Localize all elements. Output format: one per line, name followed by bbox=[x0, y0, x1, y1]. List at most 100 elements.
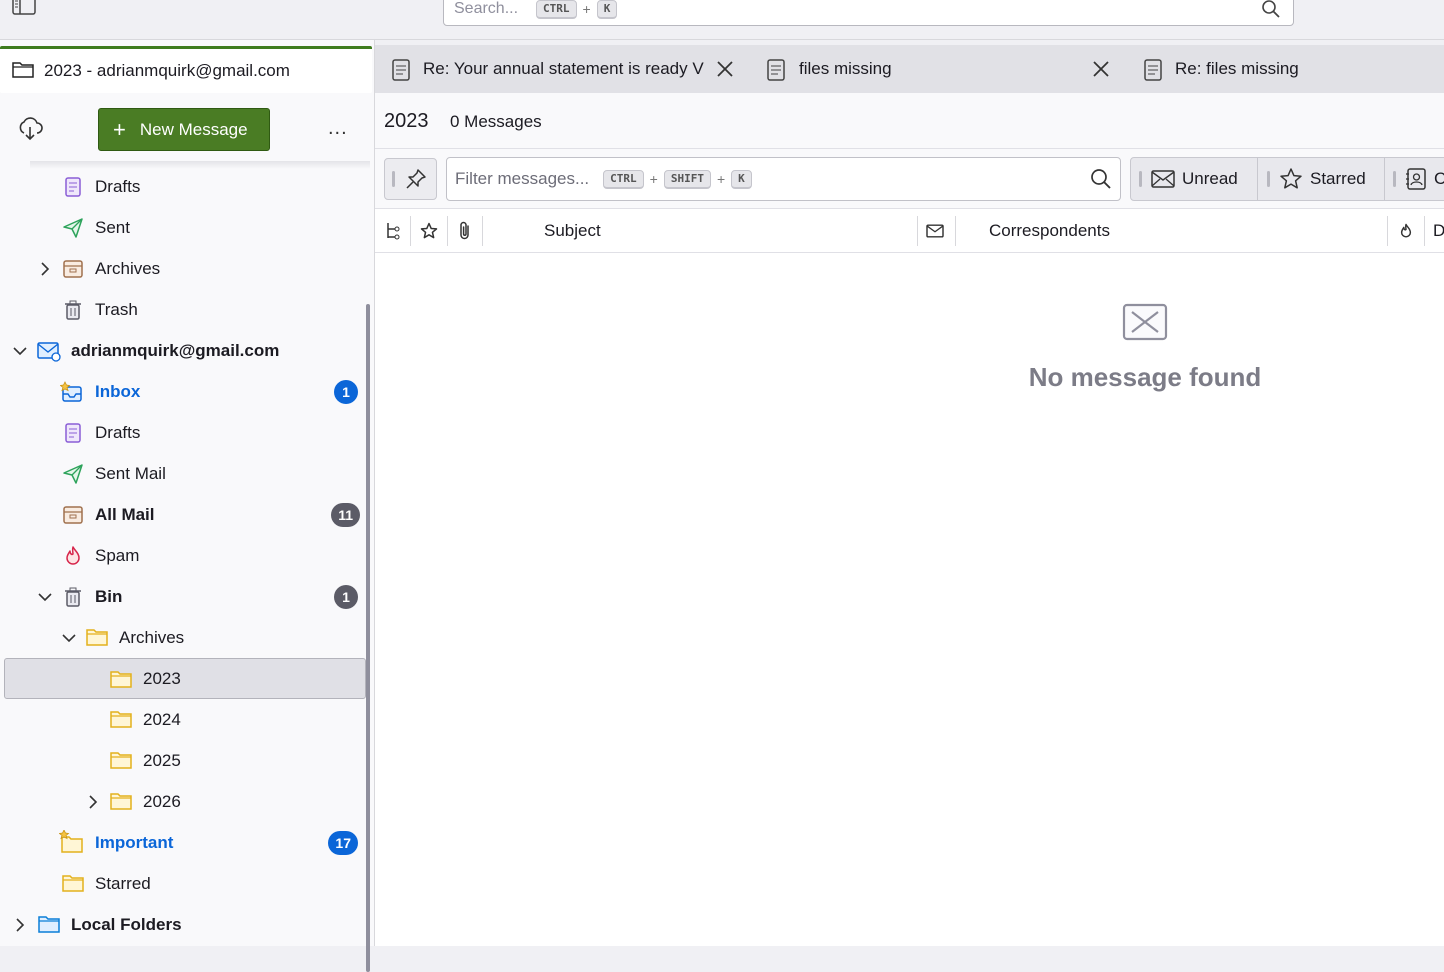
new-message-label: New Message bbox=[139, 119, 248, 139]
inbox-icon bbox=[59, 380, 82, 403]
get-messages-icon[interactable] bbox=[16, 115, 44, 148]
folder-inbox[interactable]: Inbox 1 bbox=[4, 371, 366, 412]
date-column-header[interactable]: D bbox=[1433, 210, 1444, 252]
chevron-right-icon[interactable] bbox=[85, 794, 101, 810]
contacts-filter-button[interactable]: C bbox=[1385, 158, 1444, 200]
drafts-icon bbox=[62, 422, 84, 444]
folder-label: Archives bbox=[95, 258, 161, 278]
folder-bin[interactable]: Bin 1 bbox=[4, 576, 366, 617]
chevron-down-icon[interactable] bbox=[12, 343, 28, 359]
folder-drafts[interactable]: Drafts bbox=[4, 412, 366, 453]
tab-files-missing[interactable]: files missing bbox=[750, 45, 1126, 93]
kbd-shift: SHIFT bbox=[663, 169, 711, 189]
close-icon[interactable] bbox=[716, 60, 734, 83]
folder-2026[interactable]: 2026 bbox=[4, 781, 366, 822]
kbd-k: K bbox=[596, 0, 618, 19]
tab-label: files missing bbox=[799, 59, 892, 78]
folder-icon bbox=[110, 791, 132, 813]
subject-column-header[interactable]: Subject bbox=[544, 210, 601, 252]
attachment-column-icon[interactable] bbox=[458, 210, 472, 252]
grip-handle bbox=[1139, 171, 1142, 187]
spaces-toolbar-icon[interactable] bbox=[12, 0, 36, 16]
starred-filter-button[interactable]: Starred bbox=[1258, 158, 1385, 200]
more-options-button[interactable]: ... bbox=[328, 117, 348, 140]
folder-label: Drafts bbox=[95, 176, 141, 196]
folder-sent[interactable]: Sent bbox=[4, 207, 366, 248]
grip-handle bbox=[392, 171, 395, 187]
message-icon bbox=[1143, 59, 1163, 86]
mail-account-icon bbox=[37, 340, 61, 362]
folder-archives[interactable]: Archives bbox=[4, 248, 366, 289]
grip-handle bbox=[1393, 171, 1396, 187]
chevron-right-icon[interactable] bbox=[37, 261, 53, 277]
folder-label: Spam bbox=[95, 545, 140, 565]
new-message-button[interactable]: + New Message bbox=[98, 108, 270, 151]
folder-2023[interactable]: 2023 bbox=[4, 658, 366, 699]
folder-label: 2026 bbox=[143, 791, 181, 811]
chevron-down-icon[interactable] bbox=[37, 589, 53, 605]
column-separator bbox=[482, 216, 483, 246]
account-label: Local Folders bbox=[71, 914, 182, 934]
message-list-pane: 2023 0 Messages Filter messages... CTRL … bbox=[375, 93, 1444, 946]
filter-messages-input[interactable]: Filter messages... CTRL + SHIFT + K bbox=[446, 157, 1121, 201]
filter-placeholder: Filter messages... bbox=[455, 169, 590, 188]
account-local-folders[interactable]: Local Folders bbox=[4, 904, 366, 945]
archive-icon bbox=[62, 504, 84, 526]
folder-important[interactable]: Important 17 bbox=[4, 822, 366, 863]
message-count: 0 Messages bbox=[450, 112, 542, 131]
global-search-input[interactable]: Search... CTRL + K bbox=[443, 0, 1294, 26]
folder-all-mail[interactable]: All Mail 11 bbox=[4, 494, 366, 535]
star-column-icon[interactable] bbox=[420, 210, 438, 252]
tab-re-files-missing[interactable]: Re: files missing bbox=[1127, 45, 1444, 93]
folder-name: 2023 bbox=[384, 110, 429, 132]
folder-icon bbox=[62, 873, 84, 895]
column-separator bbox=[955, 216, 956, 246]
folder-starred[interactable]: Starred bbox=[4, 863, 366, 904]
folder-2025[interactable]: 2025 bbox=[4, 740, 366, 781]
folder-pane-title: 2023 - adrianmquirk@gmail.com bbox=[44, 61, 290, 80]
folder-drafts[interactable]: Drafts bbox=[4, 166, 366, 207]
sent-icon bbox=[62, 217, 84, 239]
empty-envelope-icon bbox=[1122, 303, 1168, 346]
thread-column-icon[interactable] bbox=[385, 210, 401, 252]
folder-pane: 2023 - adrianmquirk@gmail.com + New Mess… bbox=[0, 40, 375, 972]
unread-column-icon[interactable] bbox=[926, 210, 944, 252]
folder-bin-archives[interactable]: Archives bbox=[4, 617, 366, 658]
folder-label: Starred bbox=[95, 873, 151, 893]
quick-filter-buttons: Unread Starred C bbox=[1130, 157, 1444, 201]
tab-annual-statement[interactable]: Re: Your annual statement is ready V bbox=[375, 45, 750, 93]
close-icon[interactable] bbox=[1092, 60, 1110, 83]
top-bar: Search... CTRL + K bbox=[0, 0, 1444, 40]
spam-column-icon[interactable] bbox=[1398, 210, 1414, 252]
unread-filter-button[interactable]: Unread bbox=[1131, 158, 1258, 200]
tab-label: Re: files missing bbox=[1175, 59, 1299, 78]
trash-icon bbox=[62, 299, 84, 321]
search-icon[interactable] bbox=[1090, 168, 1112, 195]
local-folder-icon bbox=[38, 914, 60, 936]
folder-pane-toolbar: + New Message ... bbox=[0, 95, 372, 163]
account-label: adrianmquirk@gmail.com bbox=[71, 340, 280, 360]
correspondents-column-header[interactable]: Correspondents bbox=[989, 210, 1110, 252]
search-icon[interactable] bbox=[1261, 0, 1281, 24]
drafts-icon bbox=[62, 176, 84, 198]
pin-filter-button[interactable] bbox=[384, 158, 437, 200]
trash-icon bbox=[62, 586, 84, 608]
folder-icon bbox=[86, 627, 108, 649]
folder-icon bbox=[110, 709, 132, 731]
message-icon bbox=[391, 59, 411, 86]
chevron-down-icon[interactable] bbox=[61, 630, 77, 646]
folder-title-bar: 2023 0 Messages bbox=[375, 93, 1444, 149]
column-separator bbox=[1424, 216, 1425, 246]
chevron-right-icon[interactable] bbox=[12, 917, 28, 933]
column-separator bbox=[447, 216, 448, 246]
unread-count-badge: 11 bbox=[331, 502, 360, 527]
folder-label: Drafts bbox=[95, 422, 141, 442]
folder-spam[interactable]: Spam bbox=[4, 535, 366, 576]
account-gmail[interactable]: adrianmquirk@gmail.com bbox=[4, 330, 366, 371]
unread-envelope-icon bbox=[1151, 168, 1175, 195]
folder-trash[interactable]: Trash bbox=[4, 289, 366, 330]
folder-sent-mail[interactable]: Sent Mail bbox=[4, 453, 366, 494]
folder-pane-scrollbar[interactable] bbox=[366, 304, 370, 972]
folder-2024[interactable]: 2024 bbox=[4, 699, 366, 740]
empty-state-text: No message found bbox=[1028, 362, 1262, 392]
